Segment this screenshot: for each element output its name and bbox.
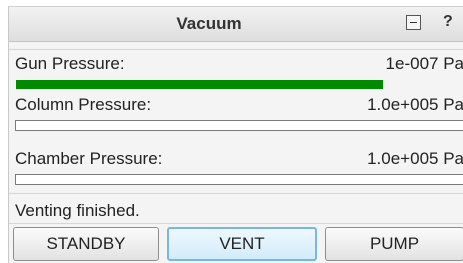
- divider: [9, 193, 463, 194]
- gun-pressure-value: 1e-007 Pa: [385, 54, 463, 73]
- gun-pressure-bar: [15, 79, 463, 90]
- status-text: Venting finished.: [15, 201, 140, 220]
- chamber-pressure-label: Chamber Pressure:: [15, 149, 163, 168]
- pump-button[interactable]: PUMP: [325, 227, 463, 261]
- divider: [9, 49, 463, 50]
- panel-title: Vacuum: [176, 14, 242, 33]
- gun-pressure-label: Gun Pressure:: [15, 54, 125, 73]
- chamber-pressure-bar: [15, 174, 463, 185]
- column-pressure-label: Column Pressure:: [15, 95, 152, 114]
- chamber-pressure-value: 1.0e+005 Pa: [367, 149, 463, 168]
- help-icon[interactable]: ?: [443, 13, 453, 31]
- standby-button[interactable]: STANDBY: [13, 227, 159, 261]
- divider: [9, 223, 463, 224]
- column-pressure-bar: [15, 120, 463, 131]
- minimize-icon[interactable]: [406, 15, 421, 30]
- vent-button[interactable]: VENT: [167, 227, 317, 261]
- title-bar: Vacuum ?: [9, 7, 463, 42]
- gun-pressure-bar-fill: [16, 80, 383, 89]
- vacuum-panel: Vacuum ? Gun Pressure: 1e-007 Pa Column …: [8, 6, 463, 263]
- column-pressure-value: 1.0e+005 Pa: [367, 95, 463, 114]
